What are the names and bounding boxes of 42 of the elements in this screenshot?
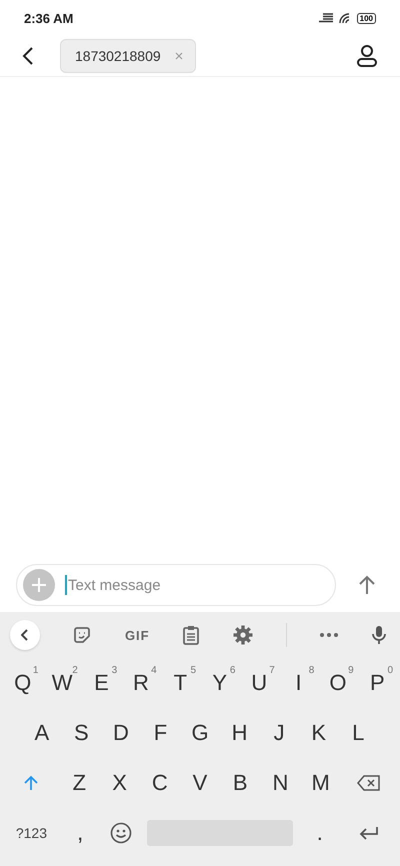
collapse-button[interactable] [10, 620, 40, 650]
wifi-icon [338, 12, 352, 24]
message-input[interactable]: Text message [67, 576, 329, 594]
more-icon[interactable] [320, 633, 338, 637]
symbols-key[interactable]: ?123 [3, 811, 60, 855]
send-icon[interactable] [358, 575, 376, 595]
letter-key[interactable]: X [99, 761, 140, 805]
emoji-icon[interactable] [110, 822, 132, 844]
letter-key[interactable]: L [338, 711, 378, 755]
clipboard-icon[interactable] [183, 625, 200, 645]
letter-key[interactable]: D [101, 711, 141, 755]
letter-key[interactable]: . [299, 811, 340, 855]
letter-key[interactable]: A [22, 711, 62, 755]
message-field[interactable]: Text message [16, 564, 336, 606]
letter-key[interactable]: M [300, 761, 341, 805]
microphone-icon[interactable] [372, 625, 386, 645]
enter-icon[interactable] [358, 826, 379, 840]
backspace-icon[interactable] [356, 775, 381, 791]
letter-key[interactable]: N [260, 761, 300, 805]
recipient-number: 18730218809 [75, 48, 161, 64]
letter-key[interactable]: G [180, 711, 220, 755]
letter-key[interactable]: V [180, 761, 220, 805]
letter-key[interactable]: I 8 [278, 661, 318, 705]
letter-key[interactable]: J [259, 711, 299, 755]
contact-icon[interactable] [356, 44, 378, 68]
letter-key[interactable]: B [220, 761, 260, 805]
signal-icon [318, 13, 334, 23]
letter-key[interactable]: K [298, 711, 338, 755]
chevron-icon [21, 629, 29, 641]
sticker-icon[interactable] [73, 626, 92, 644]
back-icon[interactable] [22, 46, 34, 66]
status-time: 2:36 AM [24, 10, 74, 26]
settings-icon[interactable] [232, 625, 253, 645]
letter-key[interactable]: Z [59, 761, 100, 805]
letter-key[interactable]: H [220, 711, 260, 755]
letter-key[interactable]: S [62, 711, 102, 755]
gif-button[interactable]: GIF [124, 628, 150, 642]
shift-icon[interactable] [24, 775, 38, 791]
battery-indicator: 100 [356, 12, 376, 24]
letter-key[interactable]: C [140, 761, 180, 805]
letter-key[interactable]: F [140, 711, 180, 755]
letter-key[interactable]: , [60, 811, 101, 855]
